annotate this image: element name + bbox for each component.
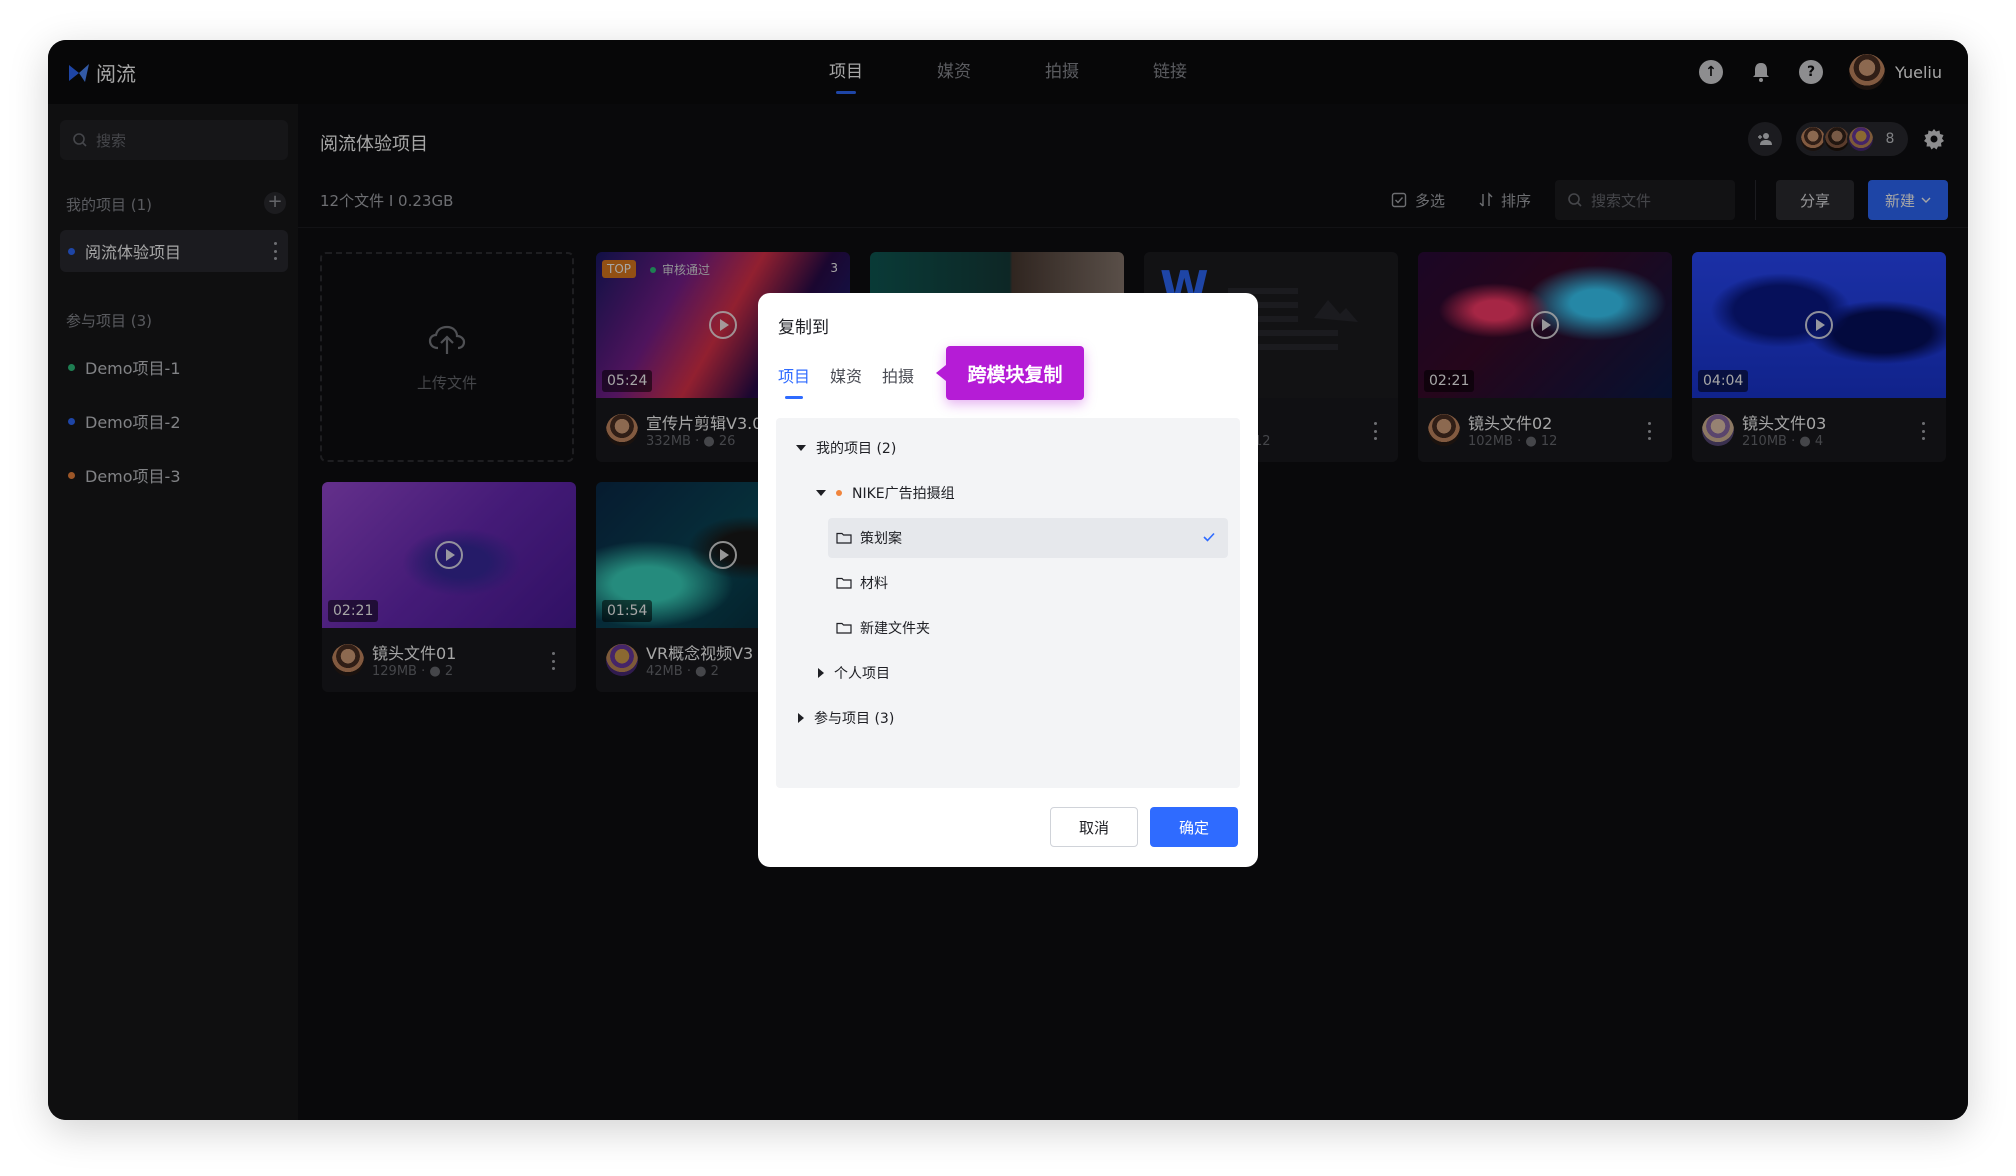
check-icon bbox=[1203, 532, 1215, 542]
tab-shoot[interactable]: 拍摄 bbox=[882, 363, 914, 399]
caret-right-icon bbox=[818, 668, 824, 678]
tree-node-label: 我的项目 (2) bbox=[816, 441, 897, 457]
confirm-button[interactable]: 确定 bbox=[1150, 807, 1238, 847]
tree-node-joined[interactable]: 参与项目 (3) bbox=[798, 698, 894, 738]
caret-down-icon bbox=[796, 445, 806, 451]
tree-node-folder-plan[interactable]: 策划案 bbox=[828, 518, 1228, 558]
caret-down-icon bbox=[816, 490, 826, 496]
tree-node-label: 个人项目 bbox=[834, 666, 890, 682]
tab-projects[interactable]: 项目 bbox=[778, 363, 810, 399]
folder-icon bbox=[836, 532, 852, 544]
tree-node-nike-group[interactable]: NIKE广告拍摄组 bbox=[816, 473, 955, 513]
app-window: 阅流 项目 媒资 拍摄 链接 ↑ ? Yueliu 搜索 我的项目 (1) + bbox=[48, 40, 1968, 1120]
caret-right-icon bbox=[798, 713, 804, 723]
tab-media[interactable]: 媒资 bbox=[830, 363, 862, 399]
dialog-actions: 取消 确定 bbox=[1050, 807, 1238, 847]
folder-tree: 我的项目 (2) NIKE广告拍摄组 策划案 材料 新建文件夹 个人项目 参与项… bbox=[776, 418, 1240, 788]
folder-icon bbox=[836, 577, 852, 589]
project-color-dot bbox=[836, 490, 842, 496]
tree-node-folder-new[interactable]: 新建文件夹 bbox=[836, 608, 930, 648]
tree-node-my-projects[interactable]: 我的项目 (2) bbox=[796, 428, 896, 468]
tree-node-label: 材料 bbox=[860, 576, 888, 592]
tree-node-label: 策划案 bbox=[860, 531, 902, 547]
tree-node-label: 参与项目 (3) bbox=[814, 711, 895, 727]
tree-node-folder-materials[interactable]: 材料 bbox=[836, 563, 888, 603]
tree-node-label: 新建文件夹 bbox=[860, 621, 930, 637]
folder-icon bbox=[836, 622, 852, 634]
tree-node-personal[interactable]: 个人项目 bbox=[818, 653, 890, 693]
dialog-tabs: 项目 媒资 拍摄 bbox=[778, 363, 914, 399]
dialog-title: 复制到 bbox=[778, 318, 829, 338]
cross-module-callout: 跨模块复制 bbox=[936, 346, 1084, 400]
copy-to-dialog: 复制到 项目 媒资 拍摄 跨模块复制 我的项目 (2) NIKE广告拍摄组 策划… bbox=[758, 293, 1258, 867]
tree-node-label: NIKE广告拍摄组 bbox=[852, 486, 955, 502]
cancel-button[interactable]: 取消 bbox=[1050, 807, 1138, 847]
